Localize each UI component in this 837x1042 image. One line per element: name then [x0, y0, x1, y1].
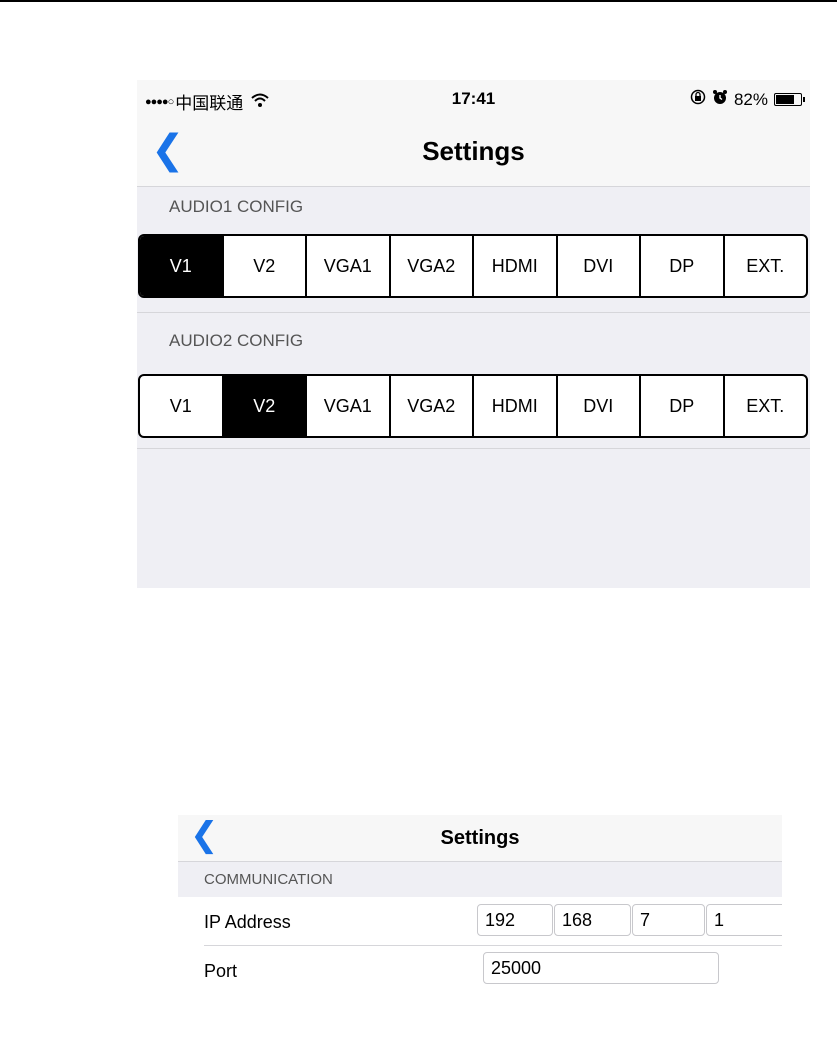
segment-ext[interactable]: EXT.: [722, 376, 807, 436]
navigation-bar: ❮ Settings: [178, 815, 782, 862]
segment-ext[interactable]: EXT.: [722, 236, 807, 296]
page-title: Settings: [422, 136, 525, 166]
segment-vga2[interactable]: VGA2: [388, 236, 473, 296]
rotation-lock-icon: [690, 89, 706, 110]
audio2-source-selector: V1 V2 VGA1 VGA2 HDMI DVI DP EXT.: [138, 374, 808, 438]
battery-level-fill: [776, 95, 794, 104]
segment-v1[interactable]: V1: [140, 376, 222, 436]
ip-address-row: IP Address 192 168 7 1: [178, 898, 782, 944]
communication-section-header: COMMUNICATION: [178, 862, 782, 897]
port-row: Port 25000: [178, 947, 782, 993]
segment-v2[interactable]: V2: [221, 376, 305, 436]
port-input[interactable]: 25000: [483, 952, 719, 984]
segment-vga1[interactable]: VGA1: [305, 236, 389, 296]
port-label: Port: [204, 961, 238, 981]
navigation-bar: ❮ Settings: [137, 120, 810, 187]
segment-hdmi[interactable]: HDMI: [472, 376, 556, 436]
segment-dvi[interactable]: DVI: [555, 376, 640, 436]
segment-hdmi[interactable]: HDMI: [472, 236, 556, 296]
segment-vga2[interactable]: VGA2: [388, 376, 473, 436]
segment-vga1[interactable]: VGA1: [305, 376, 389, 436]
battery-percent: 82%: [733, 89, 768, 109]
page-title: Settings: [440, 827, 520, 849]
segment-dvi[interactable]: DVI: [555, 236, 640, 296]
settings-screen-communication: ❮ Settings COMMUNICATION IP Address 192 …: [178, 815, 782, 1042]
top-border-line: [0, 0, 837, 2]
audio1-source-selector: V1 V2 VGA1 VGA2 HDMI DVI DP EXT.: [138, 234, 808, 298]
ip-octet-2-input[interactable]: 168: [554, 904, 631, 936]
status-bar: ●●●●○ 中国联通 17:41 82%: [137, 80, 810, 120]
segment-v2[interactable]: V2: [221, 236, 306, 296]
ip-octet-1-input[interactable]: 192: [477, 904, 553, 936]
segment-dp[interactable]: DP: [639, 236, 723, 296]
ip-octet-3-input[interactable]: 7: [632, 904, 705, 936]
battery-icon: [774, 93, 805, 106]
alarm-icon: [712, 89, 728, 110]
segment-dp[interactable]: DP: [639, 376, 723, 436]
ip-octet-4-input[interactable]: 1: [706, 904, 782, 936]
segment-v1[interactable]: V1: [140, 236, 222, 296]
settings-screen-audio: ●●●●○ 中国联通 17:41 82% ❮ Settings AUDIO1 C…: [137, 80, 810, 588]
ip-address-label: IP Address: [204, 912, 291, 932]
